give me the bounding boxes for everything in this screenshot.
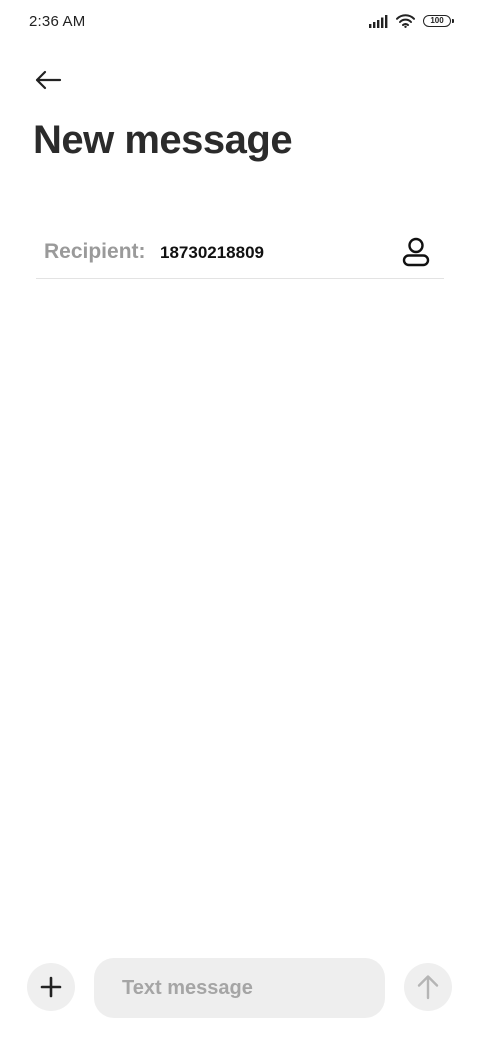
plus-icon	[40, 976, 62, 998]
status-time: 2:36 AM	[29, 13, 86, 30]
arrow-up-icon	[417, 975, 439, 1000]
message-input[interactable]	[94, 958, 385, 1018]
recipient-row: Recipient:	[36, 226, 444, 279]
battery-level: 100	[430, 16, 444, 25]
status-icons: 100	[369, 14, 454, 28]
send-button[interactable]	[404, 963, 452, 1011]
recipient-label: Recipient:	[44, 240, 146, 263]
wifi-icon	[396, 14, 415, 28]
status-bar: 2:36 AM 100	[0, 0, 480, 44]
battery-icon: 100	[423, 15, 454, 27]
recipient-input[interactable]	[160, 243, 380, 263]
attach-button[interactable]	[27, 963, 75, 1011]
page-title: New message	[33, 118, 293, 162]
contact-picker-button[interactable]	[400, 236, 432, 268]
person-icon	[402, 237, 430, 267]
signal-icon	[369, 14, 388, 28]
back-button[interactable]	[28, 60, 68, 100]
arrow-left-icon	[35, 70, 62, 90]
